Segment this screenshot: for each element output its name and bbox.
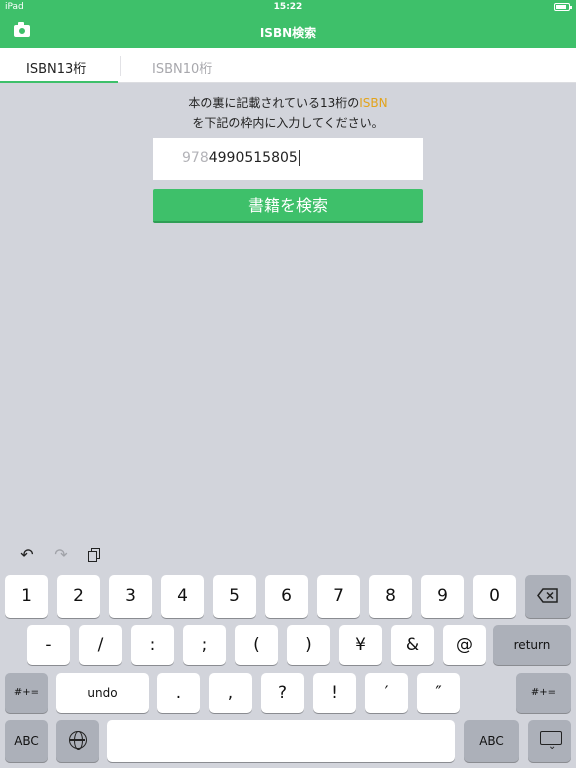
key-colon[interactable]: :: [131, 625, 174, 665]
key-label: 9: [437, 586, 448, 606]
instructions-line1-text: 本の裏に記載されている13桁の: [188, 96, 360, 110]
key-label: ″: [435, 683, 442, 703]
key-6[interactable]: 6: [265, 575, 308, 618]
status-time: 15:22: [273, 2, 303, 12]
key-4[interactable]: 4: [161, 575, 204, 618]
tab-bar: ISBN13桁 ISBN10桁: [0, 48, 576, 83]
key-at[interactable]: @: [443, 625, 486, 665]
key-label: 1: [21, 586, 32, 606]
key-label: &: [405, 635, 420, 655]
key-label: /: [97, 635, 104, 655]
key-label: .: [175, 683, 182, 703]
key-label: (: [253, 635, 260, 655]
key-label: ;: [201, 635, 208, 655]
paste-icon[interactable]: [86, 546, 106, 564]
key-5[interactable]: 5: [213, 575, 256, 618]
key-prime[interactable]: ′: [365, 673, 408, 713]
key-1[interactable]: 1: [5, 575, 48, 618]
instructions-line1: 本の裏に記載されている13桁のISBN: [0, 93, 576, 113]
key-label: 6: [281, 586, 292, 606]
nav-bar: ISBN検索: [0, 14, 576, 48]
keyboard-toolbar: ↶ ↷: [0, 540, 576, 570]
key-label: 4: [177, 586, 188, 606]
key-label: ′: [384, 683, 389, 703]
instructions-text: 本の裏に記載されている13桁のISBN を下記の枠内に入力してください。: [0, 93, 576, 133]
page-title: ISBN検索: [259, 26, 317, 40]
key-7[interactable]: 7: [317, 575, 360, 618]
key-label: 5: [229, 586, 240, 606]
instructions-line2: を下記の枠内に入力してください。: [192, 116, 384, 130]
tab-isbn10[interactable]: ISBN10桁: [121, 48, 241, 83]
key-label: 2: [73, 586, 84, 606]
key-open-paren[interactable]: (: [235, 625, 278, 665]
space-key[interactable]: [107, 720, 455, 762]
key-3[interactable]: 3: [109, 575, 152, 618]
key-8[interactable]: 8: [369, 575, 412, 618]
key-semicolon[interactable]: ;: [183, 625, 226, 665]
status-bar: iPad 15:22: [0, 0, 576, 14]
key-label: undo: [87, 686, 118, 700]
symbols-key-left[interactable]: #+=: [5, 673, 48, 713]
key-label: 8: [385, 586, 396, 606]
tab-isbn13[interactable]: ISBN13桁: [0, 48, 118, 83]
key-label: ABC: [479, 734, 504, 748]
key-label: !: [331, 683, 338, 703]
key-9[interactable]: 9: [421, 575, 464, 618]
symbols-key-right[interactable]: #+=: [516, 673, 571, 713]
key-label: ): [305, 635, 312, 655]
return-key[interactable]: return: [493, 625, 571, 665]
battery-icon: [554, 3, 572, 11]
key-label: ABC: [14, 734, 39, 748]
key-label: #+=: [13, 687, 40, 698]
key-label: @: [456, 635, 473, 655]
undo-key[interactable]: undo: [56, 673, 149, 713]
isbn-input[interactable]: 9784990515805: [153, 138, 423, 180]
key-label: :: [149, 635, 156, 655]
key-label: #+=: [530, 687, 557, 698]
key-label: ,: [227, 683, 234, 703]
text-cursor: [298, 150, 300, 166]
key-ampersand[interactable]: &: [391, 625, 434, 665]
key-label: 3: [125, 586, 136, 606]
key-hyphen[interactable]: -: [27, 625, 70, 665]
abc-key-right[interactable]: ABC: [464, 720, 519, 762]
isbn-highlight: ISBN: [359, 96, 388, 110]
key-label: -: [45, 635, 52, 655]
key-comma[interactable]: ,: [209, 673, 252, 713]
redo-icon[interactable]: ↷: [51, 546, 71, 564]
isbn-prefix: 978: [182, 150, 209, 166]
undo-icon[interactable]: ↶: [17, 546, 37, 564]
backspace-key[interactable]: [525, 575, 571, 618]
key-label: ?: [277, 683, 288, 703]
key-label: return: [513, 638, 551, 652]
globe-key[interactable]: [56, 720, 99, 762]
isbn-value: 4990515805: [208, 150, 298, 166]
keyboard-hide-icon: [540, 731, 562, 752]
search-book-button[interactable]: 書籍を検索: [153, 189, 423, 223]
key-label: 7: [333, 586, 344, 606]
key-label: ¥: [355, 635, 366, 655]
key-double-prime[interactable]: ″: [417, 673, 460, 713]
key-slash[interactable]: /: [79, 625, 122, 665]
abc-key-left[interactable]: ABC: [5, 720, 48, 762]
key-exclamation[interactable]: !: [313, 673, 356, 713]
key-label: 0: [489, 586, 500, 606]
key-2[interactable]: 2: [57, 575, 100, 618]
key-question[interactable]: ?: [261, 673, 304, 713]
key-period[interactable]: .: [157, 673, 200, 713]
globe-icon: [69, 731, 87, 750]
key-close-paren[interactable]: ): [287, 625, 330, 665]
backspace-icon: [537, 588, 559, 603]
key-0[interactable]: 0: [473, 575, 516, 618]
hide-keyboard-key[interactable]: [528, 720, 571, 762]
key-yen[interactable]: ¥: [339, 625, 382, 665]
